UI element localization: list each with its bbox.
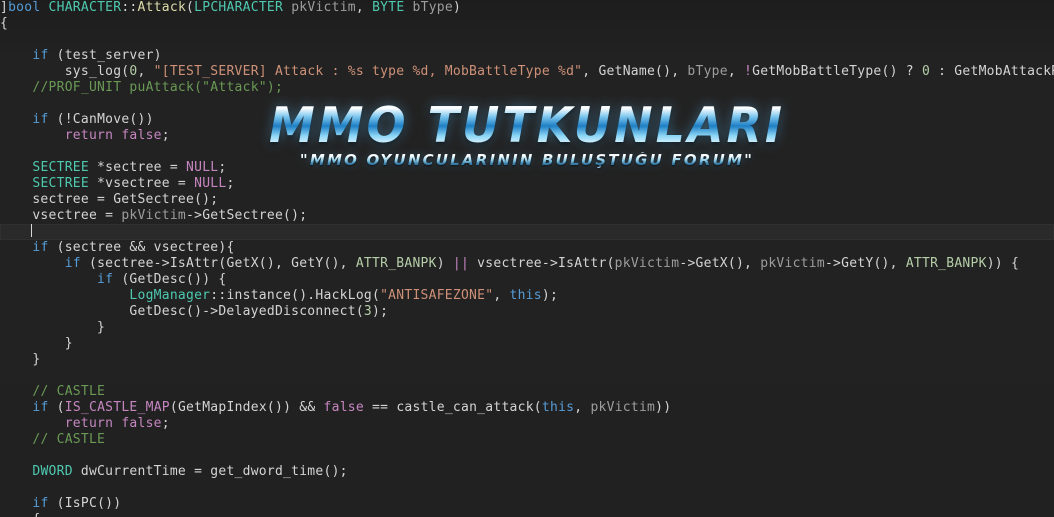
code-line[interactable]: [0, 480, 1054, 496]
code-line[interactable]: sys_log(0, "[TEST_SERVER] Attack : %s ty…: [0, 64, 1054, 80]
code-line[interactable]: [0, 144, 1054, 160]
code-line[interactable]: }: [0, 320, 1054, 336]
code-line[interactable]: [0, 96, 1054, 112]
code-line[interactable]: if (sectree->IsAttr(GetX(), GetY(), ATTR…: [0, 256, 1054, 272]
code-line[interactable]: //PROF_UNIT puAttack("Attack");: [0, 80, 1054, 96]
code-line[interactable]: vsectree = pkVictim->GetSectree();: [0, 208, 1054, 224]
code-line[interactable]: [0, 448, 1054, 464]
code-line[interactable]: // CASTLE: [0, 384, 1054, 400]
code-line[interactable]: SECTREE *sectree = NULL;: [0, 160, 1054, 176]
code-line[interactable]: if (sectree && vsectree){: [0, 240, 1054, 256]
code-line[interactable]: return false;: [0, 128, 1054, 144]
code-line[interactable]: {: [0, 512, 1054, 517]
code-line[interactable]: if (IsPC()): [0, 496, 1054, 512]
code-line[interactable]: return false;: [0, 416, 1054, 432]
text-cursor: [31, 224, 33, 237]
code-line[interactable]: SECTREE *vsectree = NULL;: [0, 176, 1054, 192]
code-line[interactable]: if (test_server): [0, 48, 1054, 64]
code-text-area[interactable]: ]bool CHARACTER::Attack(LPCHARACTER pkVi…: [0, 0, 1054, 517]
code-line[interactable]: }: [0, 336, 1054, 352]
code-line[interactable]: if (GetDesc()) {: [0, 272, 1054, 288]
code-line[interactable]: if (IS_CASTLE_MAP(GetMapIndex()) && fals…: [0, 400, 1054, 416]
code-line[interactable]: ]bool CHARACTER::Attack(LPCHARACTER pkVi…: [0, 0, 1054, 16]
code-line-active[interactable]: [0, 224, 1054, 240]
code-line[interactable]: [0, 368, 1054, 384]
code-line[interactable]: [0, 32, 1054, 48]
code-line[interactable]: DWORD dwCurrentTime = get_dword_time();: [0, 464, 1054, 480]
code-line[interactable]: {: [0, 16, 1054, 32]
code-line[interactable]: LogManager::instance().HackLog("ANTISAFE…: [0, 288, 1054, 304]
code-line[interactable]: GetDesc()->DelayedDisconnect(3);: [0, 304, 1054, 320]
code-line[interactable]: // CASTLE: [0, 432, 1054, 448]
code-line[interactable]: sectree = GetSectree();: [0, 192, 1054, 208]
code-line[interactable]: }: [0, 352, 1054, 368]
code-line[interactable]: if (!CanMove()): [0, 112, 1054, 128]
code-editor-window: ]bool CHARACTER::Attack(LPCHARACTER pkVi…: [0, 0, 1054, 517]
